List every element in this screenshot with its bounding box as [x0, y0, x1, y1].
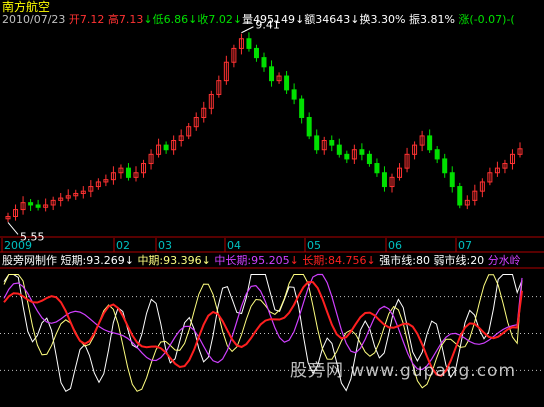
strong-value: 80: [415, 254, 430, 267]
water-label: 分水岭: [487, 254, 521, 267]
mid-value: 93.396: [163, 254, 202, 267]
candle-body: [374, 163, 380, 174]
max-price-label: 9.41: [255, 19, 279, 32]
midlong-label: 中长期:: [214, 254, 252, 267]
candle-body: [306, 116, 312, 137]
candle-body: [291, 89, 297, 100]
chart-labels: 2009 02 03 04 05 06 079.415.55: [4, 19, 472, 252]
time-label: 03: [158, 239, 172, 252]
midlong-value: 95.205: [251, 254, 290, 267]
candle-body: [253, 47, 259, 59]
down-arrow-icon: ↓: [289, 254, 299, 267]
down-arrow-icon: ↓: [366, 254, 376, 267]
min-price-label: 5.55: [20, 230, 45, 243]
candle-body: [125, 167, 131, 178]
candle-body: [449, 172, 455, 188]
long-value: 84.756: [328, 254, 367, 267]
long-label: 长期:: [302, 254, 329, 267]
short-value: 93.269: [86, 254, 125, 267]
time-label: 07: [458, 239, 472, 252]
candle-body: [246, 38, 252, 49]
candle-body: [442, 158, 448, 174]
down-arrow-icon: ↓: [124, 254, 134, 267]
candle-body: [163, 144, 169, 151]
time-label: 05: [307, 239, 321, 252]
candle-body: [35, 204, 41, 208]
down-arrow-icon: ↓: [201, 254, 211, 267]
candle-body: [299, 98, 305, 118]
time-label: 06: [388, 239, 402, 252]
weak-label: 弱市线:: [433, 254, 471, 267]
short-label: 短期:: [60, 254, 87, 267]
indicator-author: 股旁网制作: [2, 254, 57, 267]
candle-body: [427, 135, 433, 151]
weak-value: 20: [470, 254, 485, 267]
max-pointer: [241, 26, 254, 34]
candle-body: [366, 153, 372, 165]
candle-body: [329, 140, 335, 146]
strong-label: 强市线:: [379, 254, 416, 267]
candle-body: [434, 149, 440, 160]
time-label: 04: [227, 239, 241, 252]
candle-body: [28, 202, 34, 206]
chart-area: 2009 02 03 04 05 06 079.415.55: [0, 19, 544, 392]
watermark: 股旁网 www.gupang.com: [290, 361, 517, 381]
candle-body: [344, 153, 350, 160]
indicator-legend: 股旁网制作 短期:93.269↓ 中期:93.396↓ 中长期:95.205↓ …: [2, 255, 521, 267]
price-candles: [5, 32, 523, 223]
candle-body: [269, 66, 275, 82]
candle-body: [314, 135, 320, 151]
time-label: 02: [116, 239, 130, 252]
mid-label: 中期:: [137, 254, 164, 267]
candle-body: [381, 172, 387, 188]
candle-body: [336, 144, 342, 155]
min-pointer: [7, 222, 19, 235]
candle-body: [457, 186, 463, 206]
candle-body: [284, 75, 290, 91]
candle-body: [261, 57, 267, 68]
candle-body: [359, 149, 365, 155]
